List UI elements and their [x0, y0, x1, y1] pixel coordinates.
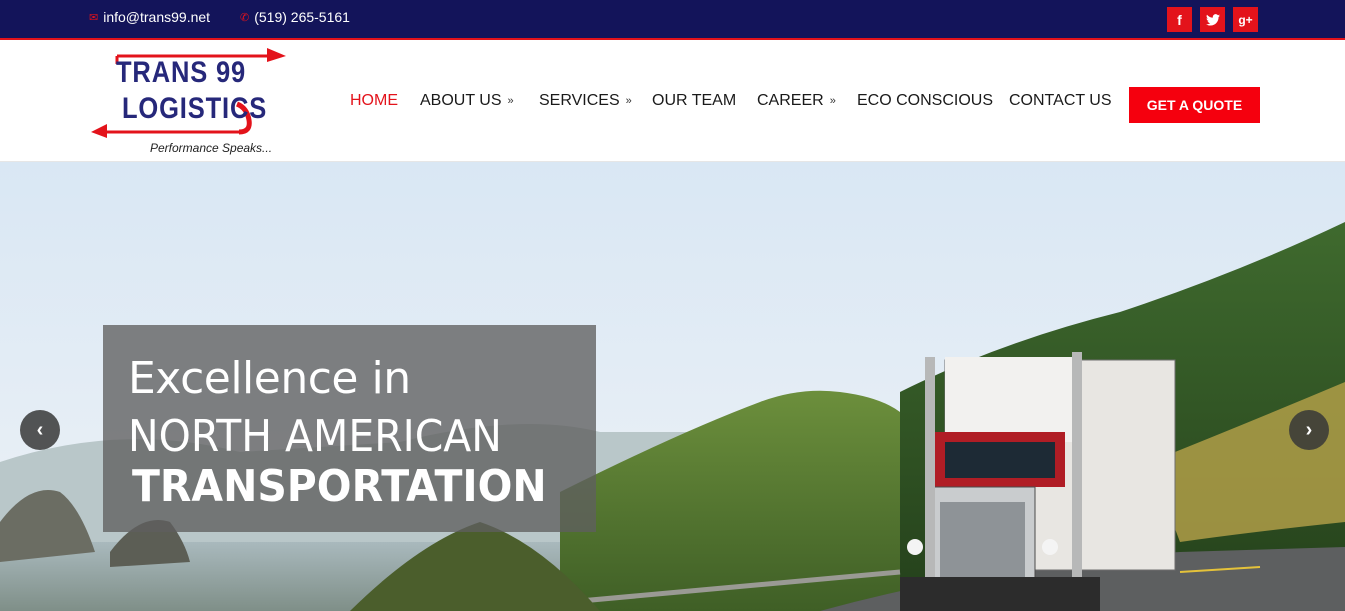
- nav-services[interactable]: SERVICES »: [539, 92, 632, 110]
- chevron-left-icon: ‹: [36, 418, 44, 441]
- nav-home-label: HOME: [350, 92, 398, 109]
- nav-eco-conscious[interactable]: ECO CONSCIOUS: [857, 92, 993, 110]
- nav-eco-label: ECO CONSCIOUS: [857, 92, 994, 109]
- nav-contact-label: CONTACT US: [1009, 92, 1112, 109]
- logo-text-logistics: LOGISTICS: [122, 92, 268, 125]
- nav-career[interactable]: CAREER »: [757, 92, 836, 110]
- hero-heading-line3: TRANSPORTATION: [132, 461, 547, 512]
- top-bar: ✉ info@trans99.net ✆ (519) 265-5161 f g+: [0, 0, 1345, 40]
- chevron-down-icon: »: [625, 95, 632, 107]
- phone-text[interactable]: (519) 265-5161: [254, 9, 350, 25]
- nav-team-label: OUR TEAM: [652, 92, 737, 109]
- envelope-icon: ✉: [89, 11, 99, 24]
- chevron-right-icon: ›: [1305, 418, 1313, 441]
- get-a-quote-button[interactable]: GET A QUOTE: [1129, 87, 1260, 123]
- hero-heading-line1: Excellence in: [128, 353, 411, 404]
- logo[interactable]: TRANS 99 LOGISTICS Performance Speaks...: [89, 42, 289, 160]
- email-contact[interactable]: ✉ info@trans99.net: [89, 9, 210, 25]
- email-text[interactable]: info@trans99.net: [103, 9, 210, 25]
- nav-about-us[interactable]: ABOUT US »: [420, 92, 514, 110]
- chevron-down-icon: »: [507, 95, 514, 107]
- phone-contact[interactable]: ✆ (519) 265-5161: [240, 9, 350, 25]
- nav-career-label: CAREER: [757, 92, 824, 109]
- logo-tagline: Performance Speaks...: [150, 141, 273, 155]
- nav-about-label: ABOUT US: [420, 92, 502, 109]
- google-plus-icon[interactable]: g+: [1233, 7, 1258, 32]
- slider-prev-button[interactable]: ‹: [20, 410, 60, 450]
- twitter-icon[interactable]: [1200, 7, 1225, 32]
- facebook-icon[interactable]: f: [1167, 7, 1192, 32]
- nav-services-label: SERVICES: [539, 92, 620, 109]
- hero-caption-box: Excellence in NORTH AMERICAN TRANSPORTAT…: [103, 325, 596, 532]
- slider-next-button[interactable]: ›: [1289, 410, 1329, 450]
- nav-our-team[interactable]: OUR TEAM: [652, 92, 736, 110]
- nav-contact-us[interactable]: CONTACT US: [1009, 92, 1112, 110]
- nav-home[interactable]: HOME: [350, 92, 398, 110]
- hero-slider: Excellence in NORTH AMERICAN TRANSPORTAT…: [0, 162, 1345, 611]
- phone-icon: ✆: [240, 11, 250, 24]
- main-header: TRANS 99 LOGISTICS Performance Speaks...…: [0, 42, 1345, 162]
- hero-heading-line2: NORTH AMERICAN: [128, 411, 502, 462]
- logo-text-trans99: TRANS 99: [116, 56, 247, 89]
- chevron-down-icon: »: [829, 95, 836, 107]
